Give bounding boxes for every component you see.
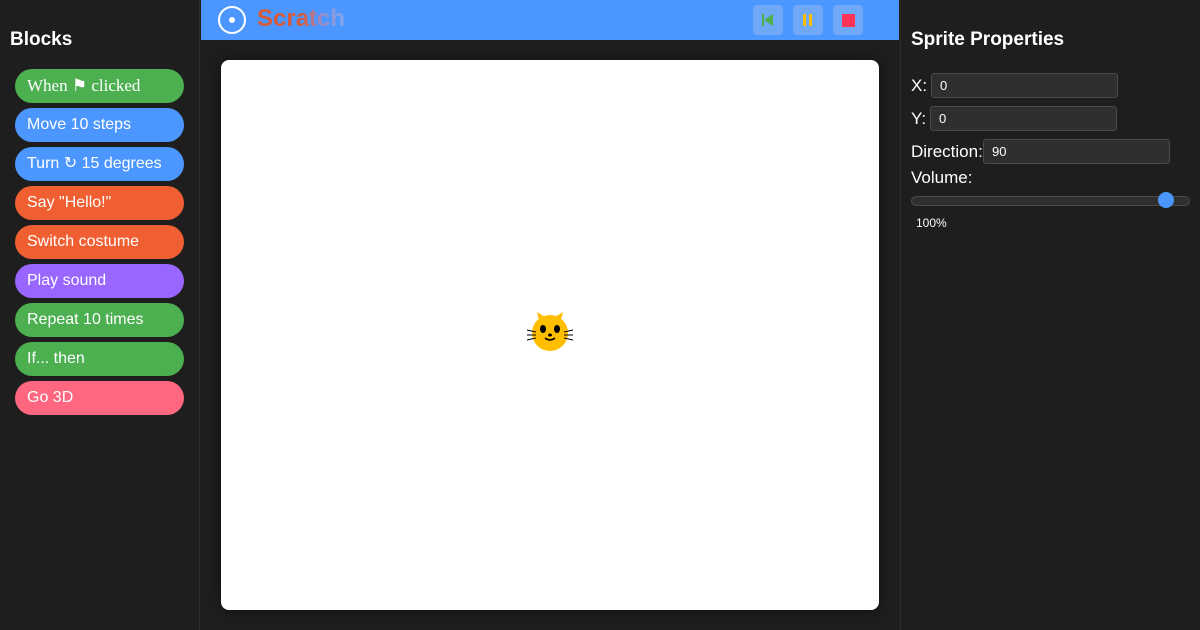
block-8[interactable]: Go 3D — [15, 381, 184, 415]
volume-slider[interactable] — [911, 196, 1190, 206]
block-7[interactable]: If... then — [15, 342, 184, 376]
block-2[interactable]: Turn ↻ 15 degrees — [15, 147, 184, 181]
y-input[interactable] — [930, 106, 1117, 131]
pause-button[interactable] — [793, 5, 823, 35]
blocks-panel: Blocks When ⚑ clicked Move 10 steps Turn ↻… — [0, 0, 200, 630]
block-6[interactable]: Repeat 10 times — [15, 303, 184, 337]
volume-value: 100% — [916, 216, 947, 230]
rewind-icon — [762, 14, 773, 26]
top-bar: Scratch — [201, 0, 899, 40]
stage[interactable] — [221, 60, 879, 610]
volume-label: Volume: — [911, 168, 973, 187]
blocks-title: Blocks — [10, 29, 73, 50]
properties-panel: Sprite Properties X: Y: Direction: Volum… — [900, 0, 1200, 630]
y-label: Y: — [911, 109, 927, 128]
stop-button[interactable] — [833, 5, 863, 35]
pause-icon — [803, 14, 812, 26]
direction-label: Direction: — [911, 142, 983, 161]
logo-text: Scratch — [257, 5, 346, 32]
direction-input[interactable] — [983, 139, 1170, 164]
cat-sprite-icon[interactable] — [525, 310, 575, 354]
block-0[interactable]: When ⚑ clicked — [15, 69, 184, 103]
x-input[interactable] — [931, 73, 1118, 98]
rewind-button[interactable] — [753, 5, 783, 35]
logo-icon — [218, 6, 246, 34]
block-1[interactable]: Move 10 steps — [15, 108, 184, 142]
center-area: Scratch — [201, 0, 899, 630]
stop-icon — [841, 13, 855, 27]
block-5[interactable]: Play sound — [15, 264, 184, 298]
block-4[interactable]: Switch costume — [15, 225, 184, 259]
properties-title: Sprite Properties — [911, 29, 1065, 50]
x-label: X: — [911, 76, 928, 95]
block-3[interactable]: Say "Hello!" — [15, 186, 184, 220]
